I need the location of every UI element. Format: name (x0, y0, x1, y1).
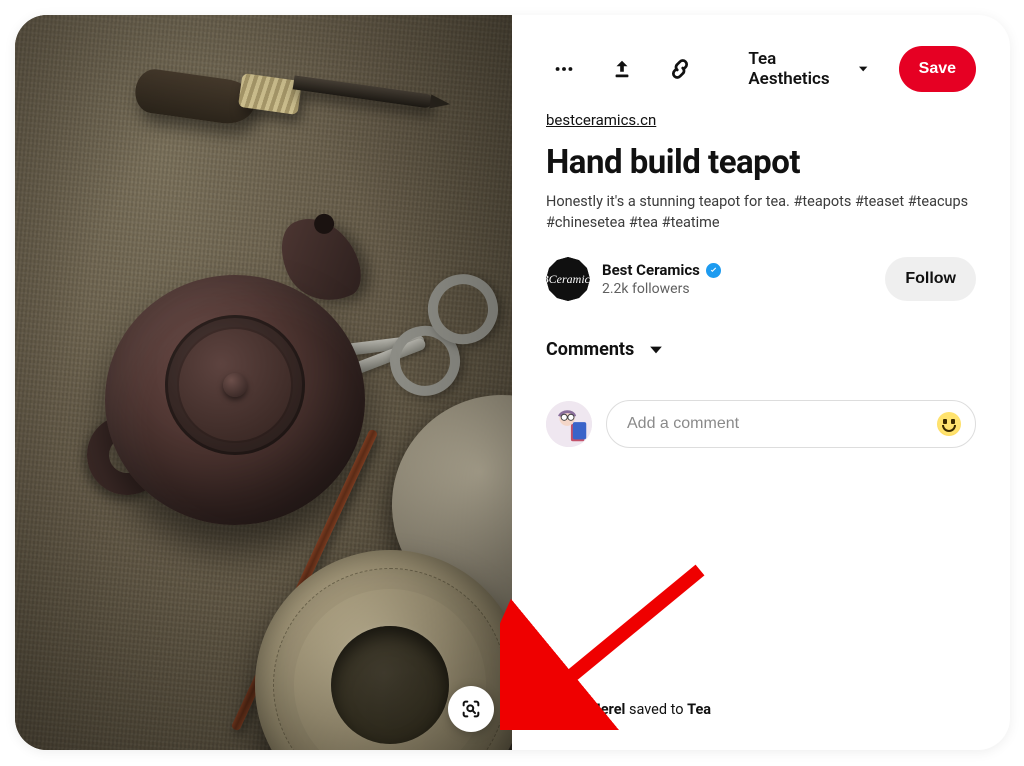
saved-middle-text: saved to (625, 701, 687, 718)
chevron-down-icon (646, 340, 666, 360)
creator-name[interactable]: Best Ceramics (602, 261, 700, 279)
comments-label: Comments (546, 339, 634, 360)
pin-title: Hand build teapot (546, 143, 976, 182)
save-button[interactable]: Save (899, 46, 976, 92)
source-link[interactable]: bestceramics.cn (546, 111, 656, 129)
visual-search-button[interactable] (448, 686, 494, 732)
more-button[interactable] (546, 49, 582, 89)
saved-by-row[interactable]: Merel saved to Tea (546, 694, 711, 724)
pin-image[interactable] (15, 15, 512, 750)
comment-input[interactable] (627, 415, 937, 433)
creator-followers: 2.2k followers (602, 281, 721, 297)
saved-text: Merel saved to Tea (588, 701, 711, 718)
creator-avatar[interactable]: BCeramics (546, 257, 590, 301)
saved-user-avatar (546, 694, 576, 724)
visual-search-icon (460, 698, 482, 720)
creator-row: BCeramics Best Ceramics 2.2k followers F… (546, 257, 976, 301)
pin-toolbar: Tea Aesthetics Save (546, 41, 976, 97)
avatar-illustration (546, 401, 592, 447)
pin-description: Honestly it's a stunning teapot for tea.… (546, 191, 976, 233)
board-selected-label: Tea Aesthetics (748, 49, 850, 89)
chevron-down-icon (856, 61, 870, 77)
saved-board-name: Tea (687, 701, 711, 718)
follow-button[interactable]: Follow (885, 257, 976, 301)
image-vignette (15, 15, 512, 750)
pin-details: Tea Aesthetics Save bestceramics.cn Hand… (512, 15, 1010, 750)
link-icon (669, 58, 691, 80)
creator-avatar-initials: BCeramics (541, 272, 594, 287)
comment-input-row (546, 400, 976, 448)
copy-link-button[interactable] (662, 49, 698, 89)
comment-field[interactable] (606, 400, 976, 448)
verified-badge-icon (706, 263, 721, 278)
current-user-avatar[interactable] (546, 401, 592, 447)
comments-toggle[interactable]: Comments (546, 339, 666, 360)
board-selector[interactable]: Tea Aesthetics (742, 41, 876, 97)
saved-user-name: Merel (588, 701, 625, 718)
more-icon (553, 58, 575, 80)
creator-meta: Best Ceramics 2.2k followers (602, 261, 721, 297)
pin-card: Tea Aesthetics Save bestceramics.cn Hand… (15, 15, 1010, 750)
share-icon (611, 58, 633, 80)
emoji-picker-button[interactable] (937, 412, 961, 436)
share-button[interactable] (604, 49, 640, 89)
